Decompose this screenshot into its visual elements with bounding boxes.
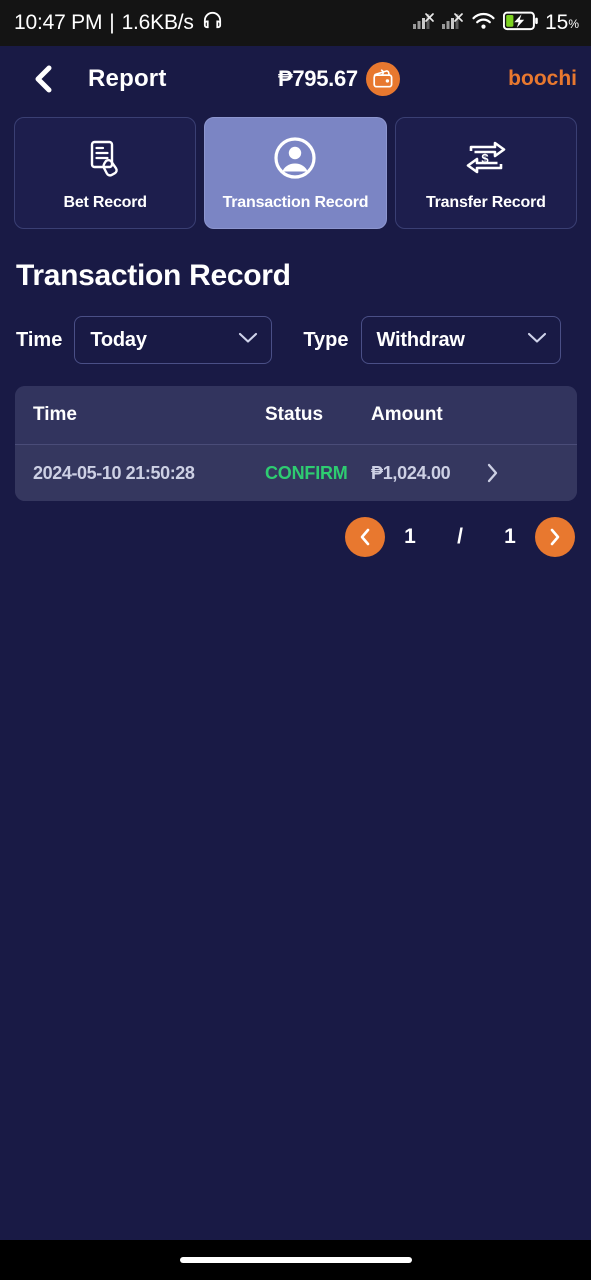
app-header: Report ₱795.67 boochi [0,46,591,112]
headset-icon [201,9,224,38]
battery-charging-icon [502,11,539,36]
chevron-down-icon [527,331,547,349]
status-time: 10:47 PM [14,11,103,34]
status-badge: CONFIRM [265,462,348,483]
balance-amount: ₱795.67 [278,66,358,91]
column-header-time: Time [33,404,78,425]
page-header-title: Report [88,65,167,92]
total-page-number: 1 [504,525,516,548]
row-detail-button[interactable] [481,462,559,484]
type-filter-select[interactable]: Withdraw [360,316,561,364]
wallet-coin-icon[interactable] [365,62,400,96]
status-separator: | [109,11,115,34]
chevron-left-icon [35,65,52,93]
time-filter-value: Today [90,328,147,351]
transfer-money-icon: $ [463,135,509,181]
current-page-number: 1 [404,525,416,548]
signal-no-sim-icon-2 [441,11,464,36]
page-title: Transaction Record [16,259,291,292]
user-circle-icon [272,135,318,181]
status-bar-left: 10:47 PM | 1.6KB/s [14,9,224,38]
status-bar-right: 15% [412,11,579,36]
username-label[interactable]: boochi [508,67,577,91]
cell-amount: ₱1,024.00 [371,462,451,483]
balance-display[interactable]: ₱795.67 [278,62,400,96]
chevron-right-icon [487,463,498,483]
column-header-status: Status [265,404,324,425]
chevron-down-icon [238,331,258,349]
tab-label-bet-record: Bet Record [63,193,147,211]
time-filter-label: Time [16,328,63,351]
next-page-button[interactable] [535,517,575,557]
wifi-icon [471,11,496,36]
svg-text:$: $ [481,151,489,166]
chevron-left-icon [360,528,370,546]
battery-percentage: 15% [544,11,579,34]
prev-page-button[interactable] [345,517,385,557]
document-hand-icon [83,135,127,181]
tab-label-transfer-record: Transfer Record [425,193,546,211]
record-type-tabs: Bet Record Transaction Record $ Transfer… [0,112,591,229]
column-header-amount: Amount [371,404,443,425]
back-button[interactable] [26,62,60,96]
type-filter-value: Withdraw [376,328,465,351]
transaction-table: Time Status Amount 2024-05-10 21:50:28 C… [15,386,577,501]
system-navigation-bar [0,1240,591,1280]
phone-screen: 10:47 PM | 1.6KB/s 15% Report ₱795.67 bo… [0,0,591,1280]
chevron-right-icon [550,528,560,546]
status-bar: 10:47 PM | 1.6KB/s 15% [0,0,591,46]
time-filter-select[interactable]: Today [74,316,273,364]
table-header-row: Time Status Amount [15,386,577,445]
cell-time: 2024-05-10 21:50:28 [33,462,195,483]
tab-bet-record[interactable]: Bet Record [14,117,197,229]
pagination: 1 / 1 [0,501,591,557]
tab-label-transaction-record: Transaction Record [222,193,369,211]
signal-no-sim-icon-1 [412,11,435,36]
type-filter-label: Type [303,328,349,351]
pagination-separator: / [457,525,463,548]
filter-bar: Time Today Type Withdraw [0,293,591,364]
table-row[interactable]: 2024-05-10 21:50:28 CONFIRM ₱1,024.00 [15,445,577,501]
network-speed: 1.6KB/s [121,11,194,34]
tab-transfer-record[interactable]: $ Transfer Record [394,117,577,229]
tab-transaction-record[interactable]: Transaction Record [204,117,387,229]
home-gesture-pill[interactable] [179,1257,412,1263]
